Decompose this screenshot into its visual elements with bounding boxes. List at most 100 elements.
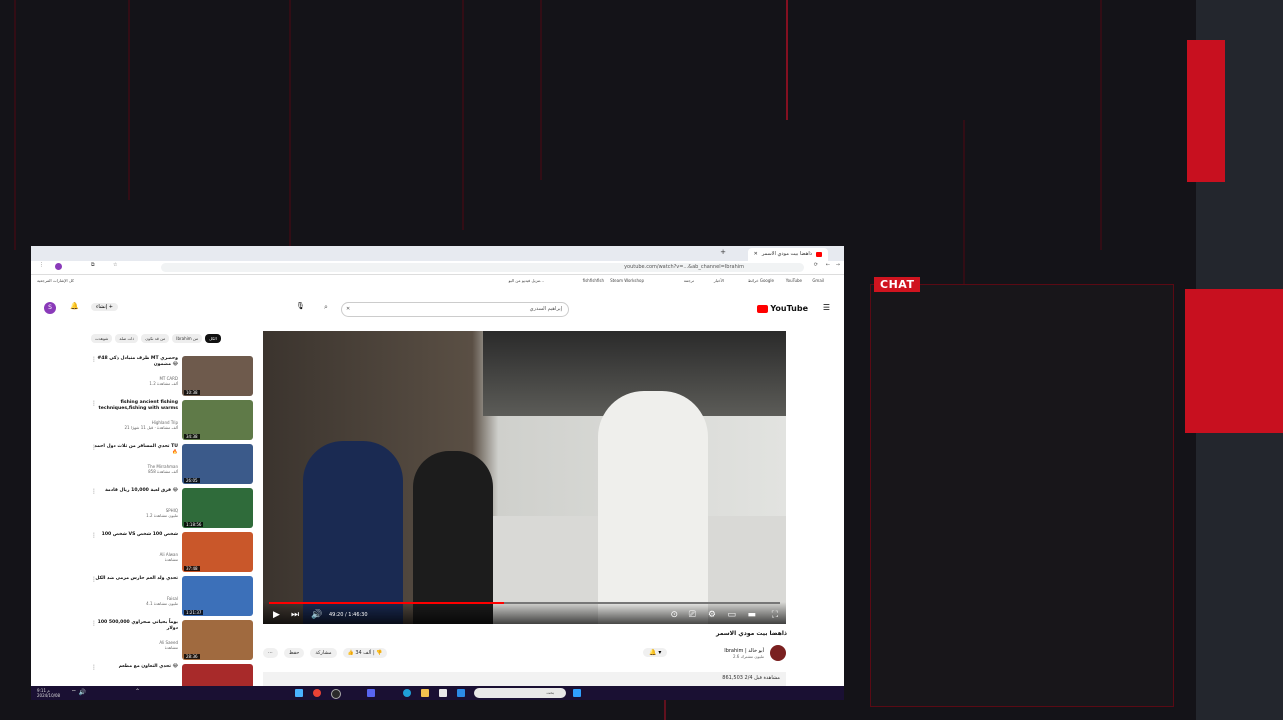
avatar[interactable]: S <box>44 302 56 314</box>
bookmark-item[interactable]: fishfishfish <box>583 278 604 283</box>
chip[interactable]: الكل <box>205 334 221 343</box>
autoplay-toggle[interactable]: ⊙ <box>670 610 678 620</box>
recommendation-item[interactable]: 28:36 100 يوماً بحياتي صحراوي 500,000 دول… <box>91 620 253 660</box>
play-icon[interactable]: ▶ <box>273 610 280 620</box>
recommendation-title[interactable]: تحدي ولد العم حارس مرمى ضد الكل <box>92 576 178 582</box>
bookmark-item[interactable]: YouTube <box>786 278 802 283</box>
search-icon[interactable]: ⌕ <box>324 303 328 312</box>
recommendation-item[interactable]: 1:21:37 تحدي ولد العم حارس مرمى ضد الكل Fa… <box>91 576 253 616</box>
more-vert-icon[interactable]: ⋮ <box>91 576 97 583</box>
miniplayer-icon[interactable]: ▭ <box>727 610 736 620</box>
all-bookmarks[interactable]: كل الإشارات المرجعية <box>37 278 74 283</box>
wifi-icon[interactable]: ⌔ 🔊 <box>71 688 86 696</box>
tab-active[interactable]: ✕ ذاهضا بيت مودي الاسمر <box>747 248 828 261</box>
save-button[interactable]: حفظ <box>284 648 305 658</box>
video-player[interactable]: ▶ ⏭ 🔊 49:20 / 1:46:30 ⊙ ⎚ ⚙ ▭ ▬ ⛶ <box>263 331 786 624</box>
more-vert-icon[interactable]: ⋮ <box>91 488 97 495</box>
menu-icon[interactable]: ⋮ <box>39 262 44 268</box>
chip[interactable]: من Ibrahim <box>172 334 203 343</box>
recommendation-title[interactable]: فرق لعبة 10,000 ريال قادمة 😂 <box>92 488 178 494</box>
bookmark-star-icon[interactable]: ☆ <box>113 262 117 268</box>
youtube-logo[interactable]: YouTube <box>757 304 808 313</box>
recommendation-title[interactable]: #48 ظرف متبادل ذكي MT وحصري مضمون 😂 <box>92 356 178 368</box>
bookmark-item[interactable]: تنزيل فيديو من اليو... <box>508 278 544 283</box>
volume-icon[interactable]: 🔊 <box>311 610 322 620</box>
bookmark-item[interactable]: ترجمة <box>684 278 694 283</box>
search-bar[interactable]: إبراهيم السدري ✕ <box>341 302 569 317</box>
recommendation-title[interactable]: fishing ancient fishing techniques,fishi… <box>92 400 178 412</box>
close-icon[interactable]: ✕ <box>754 248 758 261</box>
recommendation-thumbnail[interactable]: 1:18:56 <box>182 488 253 528</box>
new-tab-icon[interactable]: + <box>720 248 726 256</box>
recommendation-thumbnail[interactable]: 34:38 <box>182 400 253 440</box>
chip[interactable]: شوهدت <box>91 334 113 343</box>
chip[interactable]: ذات صلة <box>115 334 139 343</box>
subscribed-bell-icon[interactable]: 🔔 ▾ <box>643 648 668 657</box>
discord-icon[interactable] <box>367 689 375 697</box>
forward-icon[interactable]: ← <box>826 262 830 268</box>
create-button[interactable]: إنشاء + <box>91 303 118 311</box>
extensions-icon[interactable]: ⧉ <box>91 262 95 268</box>
reload-icon[interactable]: ⟳ <box>814 262 818 268</box>
url-field[interactable]: youtube.com/watch?v=...&ab_channel=Ibrah… <box>161 263 804 272</box>
share-button[interactable]: مشاركة <box>310 648 337 658</box>
back-icon[interactable]: → <box>836 262 840 268</box>
chip[interactable]: من قد نكون <box>141 334 170 343</box>
channel-avatar[interactable] <box>770 645 786 661</box>
chevron-up-icon[interactable]: ⌃ <box>135 688 140 695</box>
hamburger-icon[interactable]: ☰ <box>823 303 830 312</box>
profile-icon[interactable] <box>55 263 62 270</box>
next-icon[interactable]: ⏭ <box>291 610 299 620</box>
theater-icon[interactable]: ▬ <box>747 610 756 620</box>
recommendation-item[interactable]: 26:05 تحدي المسافر من ثلاث دول احمد TU 🔥 T… <box>91 444 253 484</box>
settings-gear-icon[interactable]: ⚙ <box>708 610 716 620</box>
recommendation-item[interactable]: 34:38 fishing ancient fishing techniques,… <box>91 400 253 440</box>
recommendation-item[interactable]: تحدي التعاون مع مطعم 😂 ⋮ <box>91 664 253 686</box>
subtitles-icon[interactable]: ⎚ <box>689 610 696 620</box>
more-vert-icon[interactable]: ⋮ <box>91 620 97 627</box>
recommendation-thumbnail[interactable]: 26:05 <box>182 444 253 484</box>
edge-icon[interactable] <box>403 689 411 697</box>
more-icon[interactable]: ⋯ <box>263 648 278 658</box>
recommendation-thumbnail[interactable] <box>182 664 253 686</box>
recommendation-item[interactable]: 37:48 100 شخص VS شخص 100 شخص Ali Alwan مشاه… <box>91 532 253 572</box>
recommendation-title[interactable]: 100 يوماً بحياتي صحراوي 500,000 دولار <box>92 620 178 632</box>
obs-icon[interactable] <box>331 689 341 699</box>
progress-bar[interactable] <box>269 602 780 604</box>
chrome-icon[interactable] <box>313 689 321 697</box>
recommendation-thumbnail[interactable]: 10:38 <box>182 356 253 396</box>
bookmark-item[interactable]: الأخبار <box>714 278 724 283</box>
more-vert-icon[interactable]: ⋮ <box>91 664 97 671</box>
more-vert-icon[interactable]: ⋮ <box>91 532 97 539</box>
more-vert-icon[interactable]: ⋮ <box>91 400 97 407</box>
mic-icon[interactable]: 🎙 <box>296 302 305 310</box>
recommendation-item[interactable]: 10:38 #48 ظرف متبادل ذكي MT وحصري مضمون 😂… <box>91 356 253 396</box>
more-vert-icon[interactable]: ⋮ <box>91 444 97 451</box>
recommendation-title[interactable]: 100 شخص VS شخص 100 شخص <box>92 532 178 538</box>
bookmark-item[interactable]: Steam Workshop <box>610 278 644 283</box>
like-button[interactable]: 👍 34 ألف | 👎 <box>342 648 388 658</box>
taskbar-search[interactable]: بحث <box>474 688 566 698</box>
fullscreen-icon[interactable]: ⛶ <box>772 610 778 620</box>
files-icon[interactable] <box>421 689 429 697</box>
recommendation-title[interactable]: تحدي التعاون مع مطعم 😂 <box>92 664 178 670</box>
video-description-bar[interactable]: 861,503 مشاهدة قبل 2/4 <box>263 672 786 686</box>
recommendation-thumbnail[interactable]: 1:21:37 <box>182 576 253 616</box>
recommendation-stats: 1.2 ألف مشاهدة <box>149 381 178 386</box>
store-icon[interactable] <box>439 689 447 697</box>
system-tray-clock[interactable]: 9:11 م 2024/10/08 <box>37 688 60 698</box>
decor-line <box>786 0 788 120</box>
recommendation-thumbnail[interactable]: 28:36 <box>182 620 253 660</box>
recommendation-thumbnail[interactable]: 37:48 <box>182 532 253 572</box>
task-view-icon[interactable] <box>295 689 303 697</box>
search-input[interactable]: إبراهيم السدري <box>530 303 562 316</box>
bookmark-item[interactable]: Gmail <box>812 278 824 283</box>
clear-icon[interactable]: ✕ <box>346 303 350 316</box>
app-icon[interactable] <box>457 689 465 697</box>
recommendation-item[interactable]: 1:18:56 فرق لعبة 10,000 ريال قادمة 😂 SPHIQ… <box>91 488 253 528</box>
recommendation-title[interactable]: تحدي المسافر من ثلاث دول احمد TU 🔥 <box>92 444 178 456</box>
bell-icon[interactable]: 🔔 <box>70 302 79 310</box>
more-vert-icon[interactable]: ⋮ <box>91 356 97 363</box>
start-icon[interactable] <box>573 689 581 697</box>
bookmark-item[interactable]: خرائط Google <box>748 278 774 283</box>
